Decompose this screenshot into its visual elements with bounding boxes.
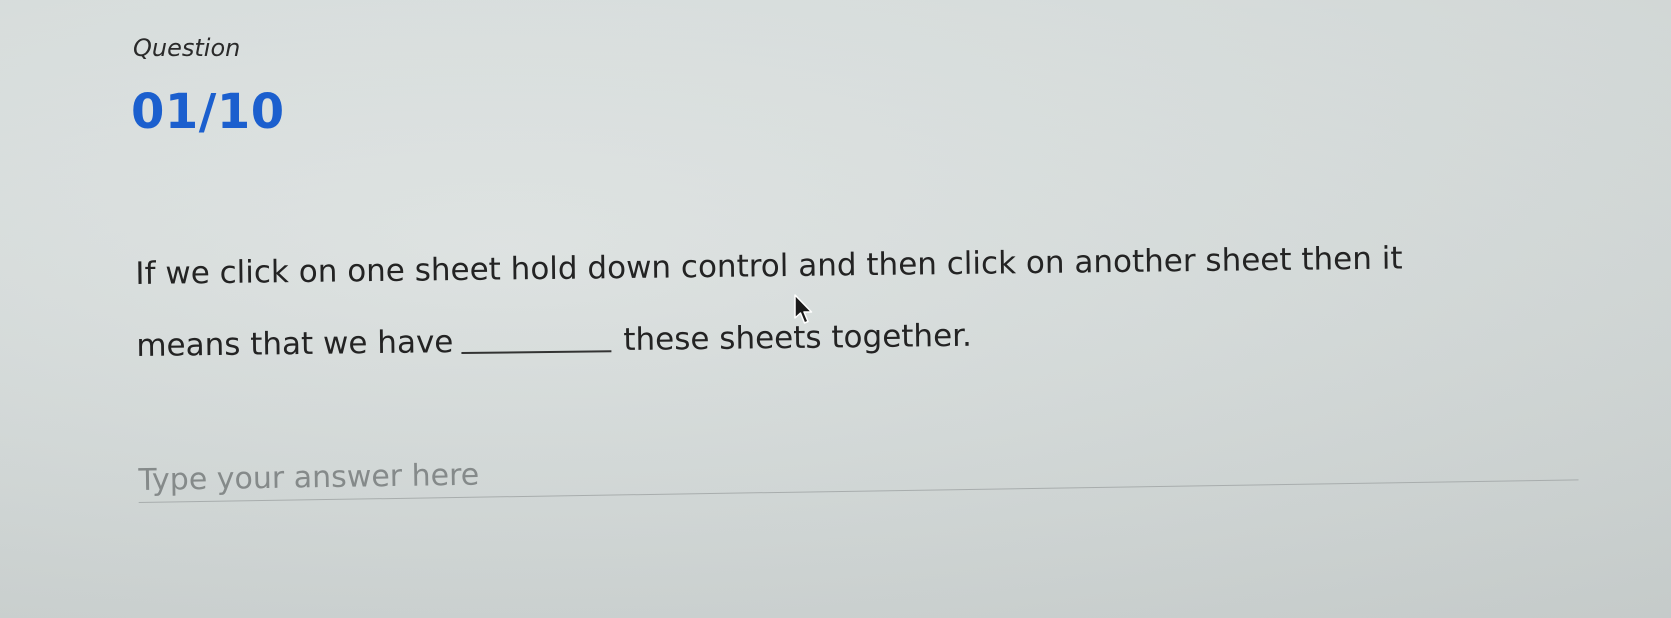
mouse-pointer-icon [794,294,813,324]
quiz-screen: Question 01/10 If we click on one sheet … [0,0,1671,618]
fill-in-blank [461,350,612,355]
question-text: If we click on one sheet hold down contr… [135,221,1517,382]
question-counter: 01/10 [131,84,285,140]
question-label: Question [133,34,241,62]
answer-input[interactable] [138,435,1579,503]
